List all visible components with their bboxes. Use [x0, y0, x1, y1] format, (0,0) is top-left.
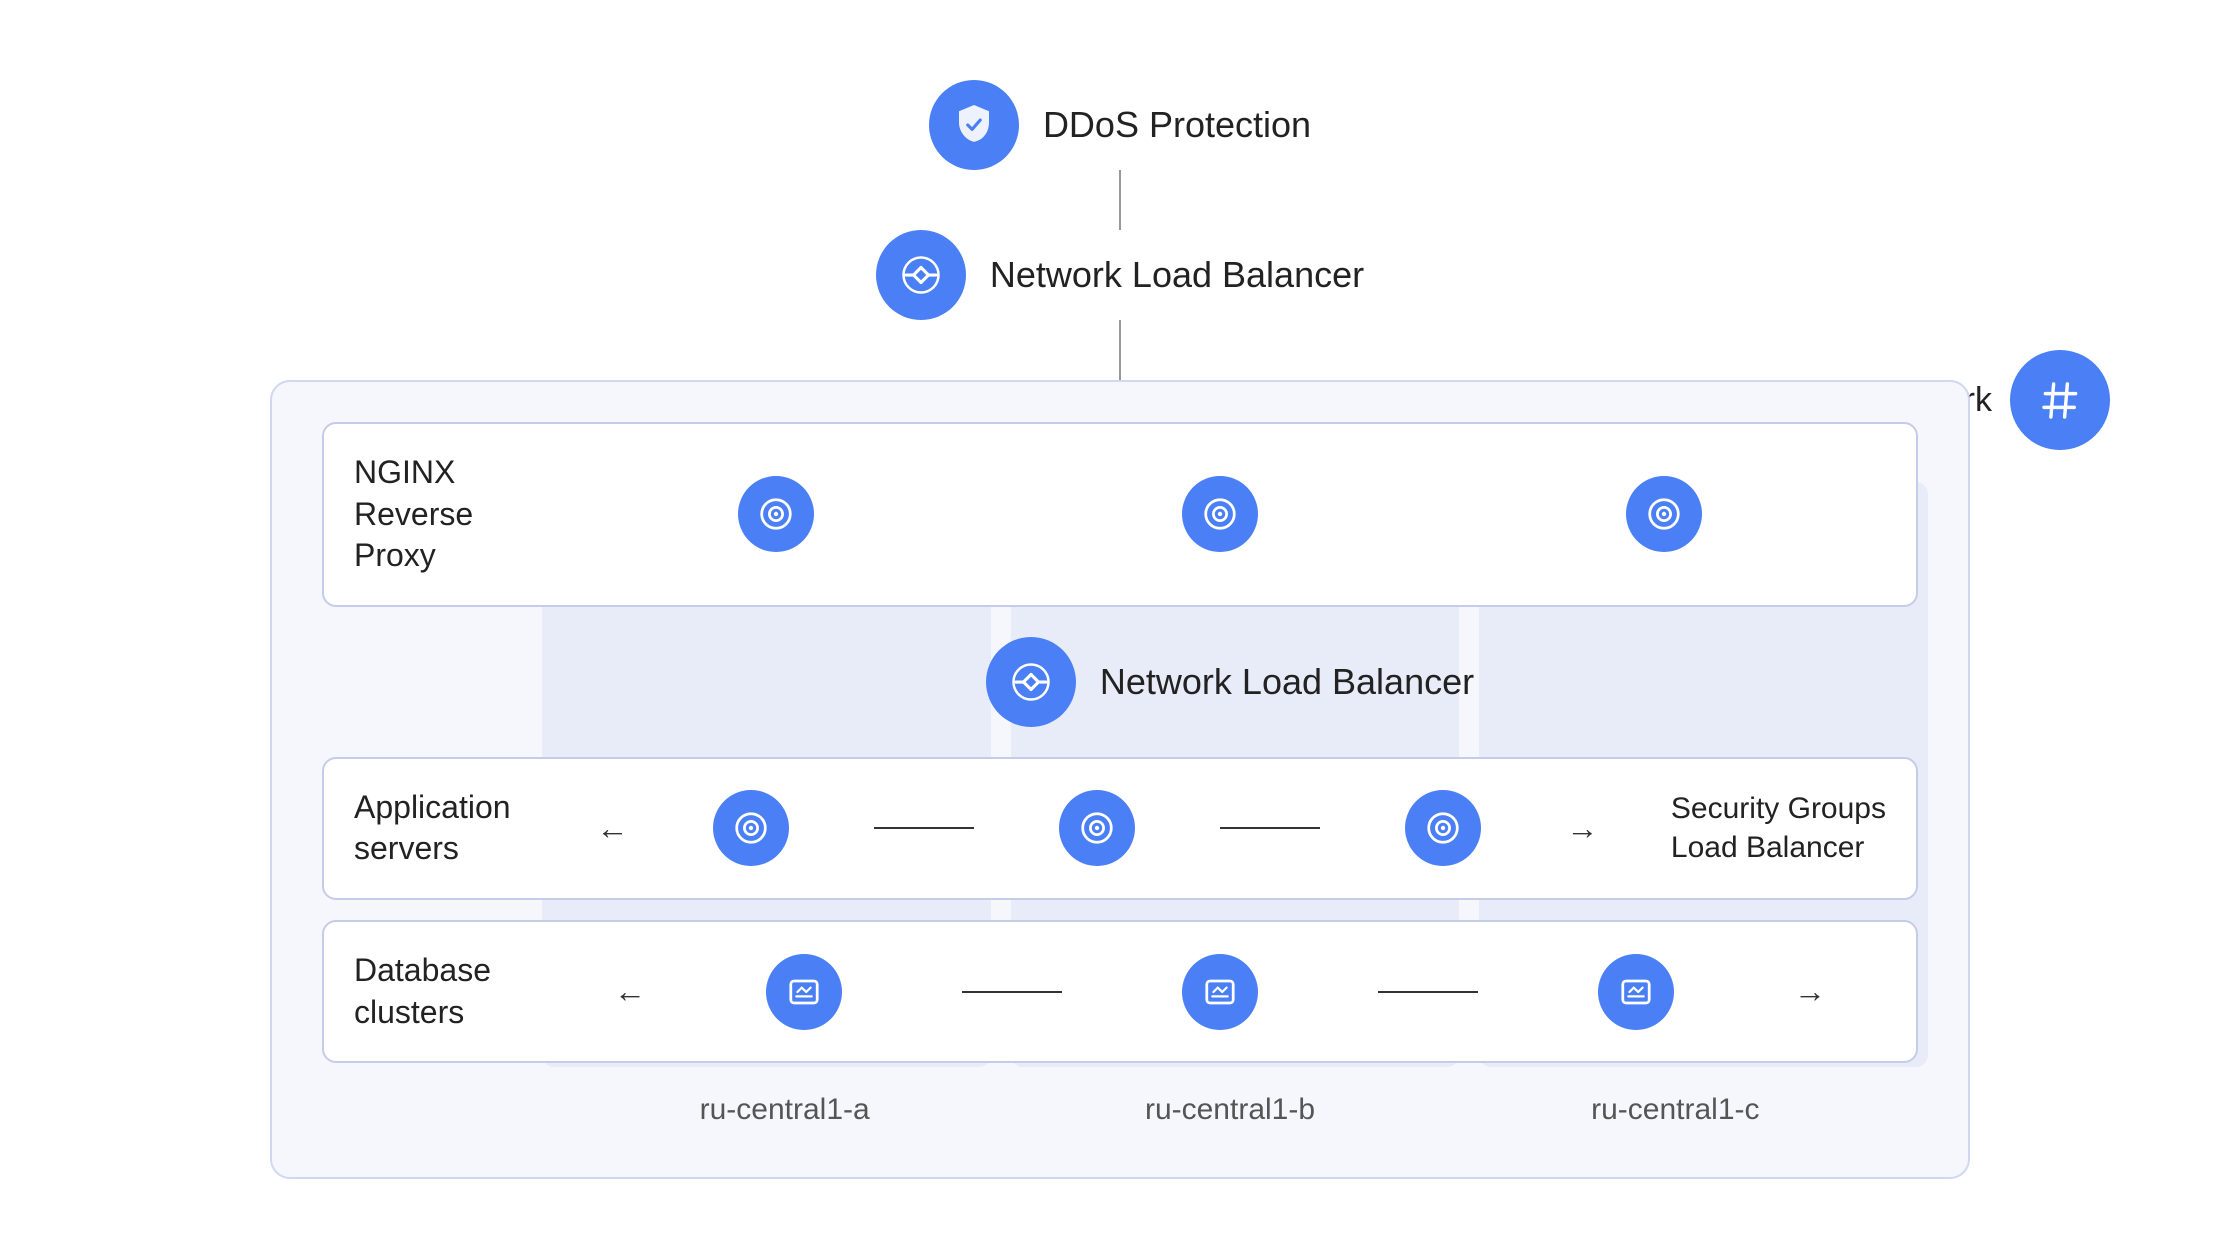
- nginx-label: NGINXReverseProxy: [354, 452, 554, 577]
- db-icon-b: [1182, 954, 1258, 1030]
- vpc-container: VPC Network NGINXReverseProxy: [270, 380, 1970, 1179]
- db-icon-a: [766, 954, 842, 1030]
- arrow-left-2: ←: [614, 973, 646, 1010]
- db-icons-area: ←: [554, 954, 1886, 1030]
- diagram-container: DDoS Protection Network Load Balancer VP…: [120, 80, 2120, 1180]
- connector-line-2: [1220, 827, 1320, 829]
- zone-label-c: ru-central1-c: [1453, 1093, 1898, 1127]
- nginx-icons: [554, 476, 1886, 552]
- app-icon-b: [1059, 790, 1135, 866]
- db-connector-line-1: [962, 991, 1062, 993]
- zone-label-a: ru-central1-a: [562, 1093, 1007, 1127]
- connector-line-1: [874, 827, 974, 829]
- internal-nlb-icon-group: Network Load Balancer: [986, 637, 1474, 727]
- db-clusters-label: Databaseclusters: [354, 950, 554, 1033]
- internal-nlb-label: Network Load Balancer: [1100, 661, 1474, 703]
- vpc-box: NGINXReverseProxy: [270, 380, 1970, 1179]
- ddos-row: DDoS Protection: [929, 80, 1311, 170]
- app-icon-c: [1405, 790, 1481, 866]
- db-icon-c: [1598, 954, 1674, 1030]
- app-icons-area: ←: [554, 790, 1641, 866]
- arrow-left-1: ←: [596, 810, 628, 847]
- nlb-top-label: Network Load Balancer: [990, 254, 1364, 296]
- nginx-row: NGINXReverseProxy: [322, 422, 1918, 607]
- app-servers-label: Applicationservers: [354, 787, 554, 870]
- nginx-icon-c: [1626, 476, 1702, 552]
- vpc-icon: [2010, 350, 2110, 450]
- zone-label-b: ru-central1-b: [1007, 1093, 1452, 1127]
- arrow-right-2: →: [1794, 973, 1826, 1010]
- db-clusters-row: Databaseclusters ←: [322, 920, 1918, 1063]
- vert-connector-2: [1119, 320, 1121, 380]
- vert-connector-1: [1119, 170, 1121, 230]
- nlb-top-row: Network Load Balancer: [876, 230, 1364, 320]
- app-servers-row: Applicationservers ←: [322, 757, 1918, 900]
- nginx-icon-b: [1182, 476, 1258, 552]
- db-connector-line-2: [1378, 991, 1478, 993]
- ddos-icon: [929, 80, 1019, 170]
- zone-labels: ru-central1-a ru-central1-b ru-central1-…: [322, 1093, 1918, 1127]
- ddos-label: DDoS Protection: [1043, 104, 1311, 146]
- internal-nlb-icon: [986, 637, 1076, 727]
- app-icon-a: [713, 790, 789, 866]
- internal-nlb-row: Network Load Balancer: [322, 637, 1918, 727]
- arrow-right-1: →: [1566, 810, 1598, 847]
- security-groups-label: Security GroupsLoad Balancer: [1671, 789, 1886, 867]
- nlb-top-icon: [876, 230, 966, 320]
- nginx-icon-a: [738, 476, 814, 552]
